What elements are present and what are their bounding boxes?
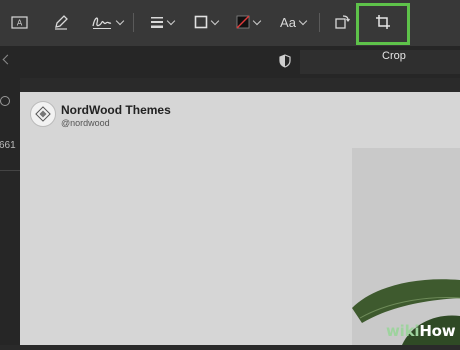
toolbar-divider — [133, 13, 134, 32]
text-box-tool[interactable]: A — [8, 9, 30, 35]
sidebar-divider — [0, 170, 20, 171]
avatar[interactable] — [30, 101, 56, 127]
sign-tool[interactable] — [90, 9, 125, 35]
plant-leaf-image — [352, 279, 460, 345]
line-style-icon — [151, 17, 163, 28]
nordwood-logo-icon — [35, 106, 51, 122]
rotate-icon — [335, 15, 350, 29]
line-style-tool[interactable] — [146, 9, 178, 35]
chevron-down-icon — [210, 16, 220, 25]
toolbar-divider — [319, 13, 320, 32]
text-box-icon: A — [10, 15, 28, 29]
fill-color-tool[interactable] — [232, 9, 264, 35]
text-style-tool[interactable]: Aa — [276, 9, 310, 35]
text-style-icon: Aa — [280, 14, 296, 30]
chevron-down-icon — [252, 16, 262, 25]
sketch-tool[interactable] — [50, 9, 72, 35]
address-field[interactable] — [300, 50, 460, 74]
author-name[interactable]: NordWood Themes — [61, 103, 171, 117]
pen-icon — [55, 15, 68, 30]
crop-highlight-box — [356, 3, 410, 45]
crop-tooltip: Crop — [382, 50, 406, 62]
left-sidebar: 661 — [0, 78, 20, 345]
sidebar-count: 661 — [0, 140, 16, 151]
shield-icon — [279, 54, 291, 68]
wikihow-watermark: wikiHow — [386, 322, 456, 340]
chevron-down-icon — [298, 16, 308, 25]
fill-color-icon — [236, 15, 250, 29]
signature-icon — [92, 17, 112, 29]
post-image — [352, 148, 460, 345]
search-icon[interactable] — [0, 96, 10, 106]
author-handle[interactable]: @nordwood — [61, 118, 110, 128]
chevron-down-icon — [166, 16, 176, 25]
rotate-tool[interactable] — [331, 9, 353, 35]
border-color-icon — [194, 15, 208, 29]
svg-text:A: A — [16, 18, 22, 27]
chevron-down-icon — [115, 16, 125, 25]
border-color-tool[interactable] — [190, 9, 222, 35]
